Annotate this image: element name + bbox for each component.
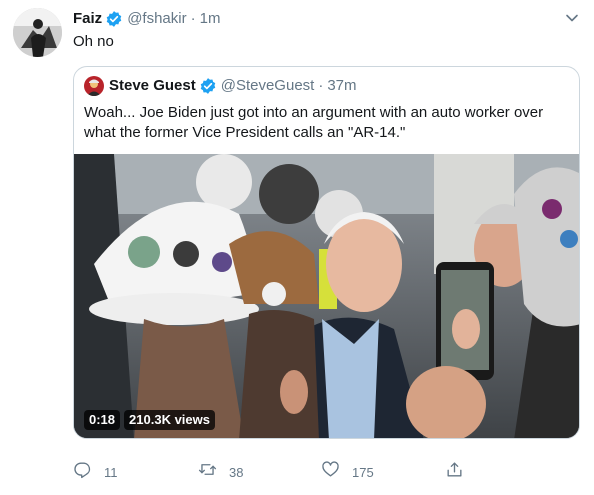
chevron-down-icon[interactable] — [564, 10, 580, 26]
retweet-button[interactable]: 38 — [198, 460, 243, 485]
tweet[interactable]: Faiz @fshakir · 1m Oh no Steve Guest @St… — [0, 0, 594, 495]
quoted-avatar[interactable] — [84, 76, 104, 96]
verified-badge-icon — [199, 77, 217, 95]
quoted-tweet-text: Woah... Joe Biden just got into an argum… — [84, 104, 544, 141]
video-view-count: 210.3K views — [124, 410, 215, 430]
author-header: Faiz @fshakir · 1m — [73, 9, 220, 29]
quoted-timestamp[interactable]: 37m — [327, 76, 356, 96]
author-name[interactable]: Faiz — [73, 9, 102, 29]
author-handle[interactable]: @fshakir — [127, 9, 186, 29]
share-button[interactable] — [445, 460, 464, 485]
tweet-timestamp[interactable]: 1m — [200, 9, 221, 29]
separator-dot: · — [318, 77, 324, 94]
quoted-author-handle[interactable]: @SteveGuest — [221, 76, 315, 96]
retweet-icon — [198, 460, 217, 485]
like-button[interactable]: 175 — [321, 460, 374, 485]
heart-icon — [321, 460, 340, 485]
video-duration: 0:18 — [84, 410, 121, 430]
video-frame — [74, 154, 579, 438]
retweet-count: 38 — [229, 464, 244, 480]
quoted-tweet[interactable]: Steve Guest @SteveGuest · 37m Woah... Jo… — [73, 66, 580, 439]
share-icon — [445, 460, 464, 485]
quoted-header: Steve Guest @SteveGuest · 37m — [84, 76, 357, 96]
reply-button[interactable]: 11 — [73, 460, 118, 485]
reply-count: 11 — [104, 464, 118, 480]
like-count: 175 — [352, 464, 374, 480]
video-player[interactable]: 0:18 210.3K views — [74, 154, 579, 438]
video-overlay-badges: 0:18 210.3K views — [84, 410, 215, 430]
tweet-text: Oh no — [73, 33, 114, 50]
tweet-actions: 11 38 175 — [73, 460, 493, 482]
verified-badge-icon — [105, 10, 123, 28]
reply-icon — [73, 460, 92, 485]
separator-dot: · — [190, 10, 196, 27]
quoted-author-name[interactable]: Steve Guest — [109, 76, 196, 96]
author-avatar[interactable] — [13, 8, 62, 57]
